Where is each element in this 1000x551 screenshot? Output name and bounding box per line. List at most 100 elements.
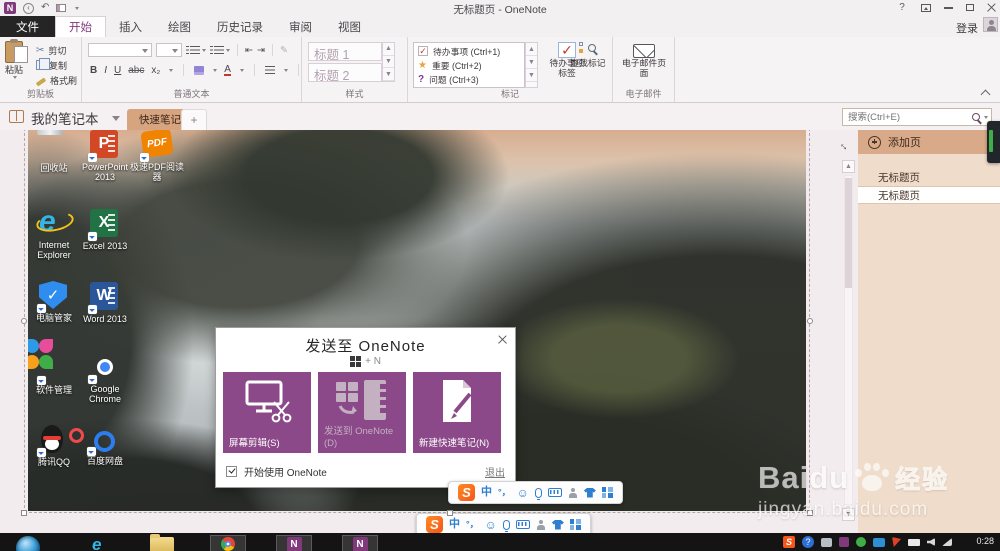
ime-punctuation-icon[interactable]: °， <box>466 520 479 529</box>
bold-button[interactable]: B <box>90 65 97 76</box>
desktop-icon-excel[interactable]: X Excel 2013 <box>77 209 133 251</box>
resize-handle-right[interactable] <box>807 318 813 324</box>
scroll-down-icon[interactable]: ▼ <box>842 508 855 521</box>
page-item-untitled-1[interactable]: 无标题页 <box>858 168 1000 186</box>
minimize-icon[interactable] <box>944 6 953 9</box>
indent-button[interactable]: ⇥ <box>257 45 265 56</box>
highlight-button[interactable] <box>194 65 205 75</box>
ribbon-options-icon[interactable] <box>921 3 931 12</box>
scroll-up-icon[interactable]: ▲ <box>842 160 855 173</box>
desktop-icon-internet-explorer[interactable]: e Internet Explorer <box>28 207 82 261</box>
keyboard-icon[interactable] <box>547 488 562 497</box>
tags-down-icon[interactable]: ▼ <box>526 56 537 69</box>
tags-up-icon[interactable]: ▲ <box>526 43 537 56</box>
new-quick-note-tile[interactable]: 新建快速笔记(N) <box>413 372 501 453</box>
tray-mail-icon[interactable] <box>873 537 885 547</box>
restore-icon[interactable] <box>966 2 979 11</box>
tab-history[interactable]: 历史记录 <box>204 16 276 37</box>
search-input[interactable] <box>843 111 972 123</box>
scrollbar-thumb[interactable] <box>845 178 852 288</box>
sign-in-link[interactable]: 登录 <box>956 20 978 36</box>
cut-button[interactable]: ✂ 剪切 <box>36 43 77 57</box>
toolbox-icon[interactable] <box>601 487 613 498</box>
close-icon[interactable] <box>987 3 996 12</box>
skin-icon[interactable] <box>583 487 596 498</box>
screen-clipping-tile[interactable]: 屏幕剪辑(S) <box>223 372 311 453</box>
emoji-icon[interactable]: ☺ <box>517 487 529 499</box>
font-color-button[interactable]: A <box>224 64 231 76</box>
styles-down-icon[interactable]: ▼ <box>383 56 394 69</box>
tray-onenote-icon[interactable] <box>839 537 849 547</box>
ime-chinese-icon[interactable]: 中 <box>449 519 460 530</box>
bullet-list-button[interactable] <box>186 46 206 54</box>
search-scope-icon[interactable] <box>984 115 988 119</box>
desktop-icon-software-manager[interactable]: 软件管理 <box>28 339 82 395</box>
resize-handle-bottom[interactable] <box>447 510 453 516</box>
copy-button[interactable]: 复制 <box>36 58 77 72</box>
font-size-select[interactable] <box>156 43 182 57</box>
microphone-icon[interactable] <box>502 519 510 532</box>
emoji-icon[interactable]: ☺ <box>485 519 497 531</box>
notebook-dropdown-icon[interactable] <box>112 116 120 121</box>
embedded-screenshot-image[interactable]: 回收站 P PowerPoint 2013 PDF 极速PDF阅读器 e Int… <box>28 130 806 511</box>
desktop-icon-chrome[interactable]: Google Chrome <box>77 352 133 405</box>
tray-sogou-icon[interactable]: S <box>783 536 795 548</box>
resize-handle-bottom-left[interactable] <box>21 510 27 516</box>
resize-handle-left[interactable] <box>21 318 27 324</box>
page-item-untitled-2[interactable]: 无标题页 <box>858 186 1000 204</box>
ime-punctuation-icon[interactable]: °， <box>498 488 511 497</box>
tag-important[interactable]: ★ 重要 (Ctrl+2) <box>418 59 520 72</box>
tab-home[interactable]: 开始 <box>55 16 106 37</box>
styles-more-icon[interactable]: ▼ <box>383 68 394 82</box>
account-icon[interactable] <box>536 519 546 530</box>
sogou-logo-icon[interactable]: S <box>426 516 443 533</box>
script-more-icon[interactable] <box>169 68 174 72</box>
keyboard-icon[interactable] <box>515 520 530 529</box>
search-box[interactable] <box>842 108 992 126</box>
microphone-icon[interactable] <box>534 487 542 500</box>
dialog-close-icon[interactable] <box>498 335 506 343</box>
email-page-button[interactable]: 电子邮件页面 <box>622 44 666 78</box>
subscript-button[interactable]: x₂ <box>151 65 160 76</box>
tab-view[interactable]: 视图 <box>325 16 374 37</box>
exit-link[interactable]: 退出 <box>485 464 505 479</box>
tab-draw[interactable]: 绘图 <box>155 16 204 37</box>
format-painter-button[interactable]: 格式刷 <box>35 73 77 87</box>
taskbar-chrome-button[interactable] <box>210 535 246 551</box>
desktop-icon-word[interactable]: W Word 2013 <box>77 282 133 324</box>
tray-help-icon[interactable]: ? <box>802 536 814 548</box>
account-icon[interactable] <box>568 487 578 498</box>
collapse-ribbon-icon[interactable] <box>982 88 990 96</box>
send-to-onenote-tile[interactable]: 发送到 OneNote (D) <box>318 372 406 453</box>
start-button[interactable] <box>16 536 40 551</box>
full-page-view-icon[interactable]: ↔ <box>836 138 852 154</box>
taskbar-ie-icon[interactable]: e <box>92 535 101 551</box>
tray-volume-icon[interactable] <box>927 538 935 546</box>
notebook-name[interactable]: 我的笔记本 <box>31 108 99 128</box>
tags-more-icon[interactable]: ▼ <box>526 69 537 82</box>
desktop-icon-pc-manager[interactable]: ✓ 电脑管家 <box>28 281 82 323</box>
format-pen-icon[interactable]: ✎ <box>280 45 288 56</box>
tray-battery-icon[interactable] <box>908 538 920 546</box>
skin-icon[interactable] <box>551 519 564 530</box>
taskbar-onenote-button[interactable]: N <box>342 535 378 551</box>
italic-button[interactable]: I <box>104 65 107 76</box>
paragraph-align-button[interactable] <box>264 66 275 74</box>
paste-button[interactable]: 粘贴 <box>5 39 28 79</box>
vertical-scrollbar[interactable] <box>844 175 853 505</box>
font-name-select[interactable] <box>88 43 152 57</box>
account-avatar[interactable] <box>983 17 998 32</box>
startup-checkbox[interactable] <box>226 466 237 477</box>
taskbar-onenote-clipper-button[interactable]: N <box>276 535 312 551</box>
desktop-icon-baidu-netdisk[interactable]: 百度网盘 <box>77 422 133 466</box>
tray-printer-icon[interactable] <box>821 537 832 547</box>
desktop-icon-powerpoint[interactable]: P PowerPoint 2013 <box>77 130 133 183</box>
outdent-button[interactable]: ⇤ <box>245 45 253 56</box>
strikethrough-button[interactable]: abc <box>128 65 144 76</box>
style-heading2[interactable]: 标题 2 <box>308 63 382 83</box>
tab-review[interactable]: 审阅 <box>276 16 325 37</box>
desktop-icon-recycle-bin[interactable]: 回收站 <box>28 131 82 173</box>
ime-chinese-icon[interactable]: 中 <box>481 487 492 498</box>
tag-question[interactable]: ? 问题 (Ctrl+3) <box>418 73 520 86</box>
taskbar-explorer-icon[interactable] <box>150 534 174 551</box>
